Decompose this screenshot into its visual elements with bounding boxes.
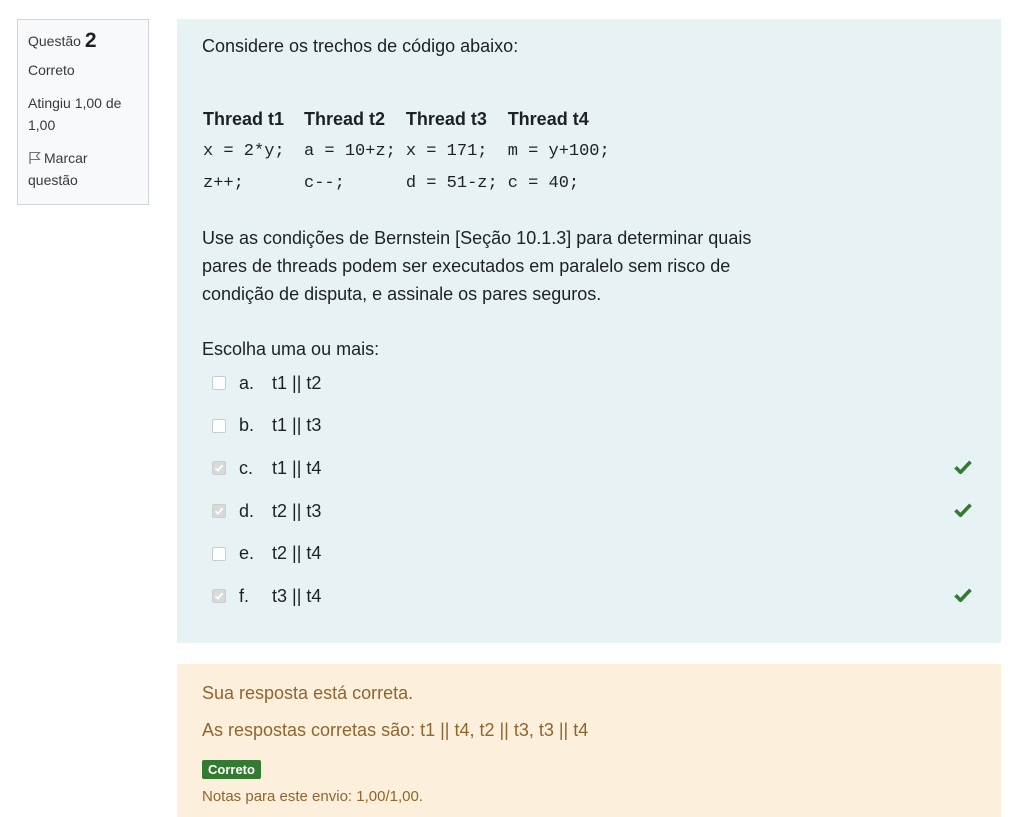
marks-text: Notas para este envio: 1,00/1,00. xyxy=(202,788,423,805)
answer-option[interactable]: c. t1 || t4 xyxy=(212,447,972,490)
code-cell: x = 171; xyxy=(405,141,488,161)
option-letter: f. xyxy=(239,585,250,606)
checkmark-icon xyxy=(214,465,224,473)
option-letter: d. xyxy=(239,500,255,521)
flag-question-link[interactable]: Marcar questão xyxy=(28,147,138,191)
question-instruction: Use as condições de Bernstein [Seção 10.… xyxy=(202,228,752,304)
code-cell: c = 40; xyxy=(507,173,580,193)
flag-icon xyxy=(29,151,41,164)
answer-checkbox[interactable] xyxy=(212,376,226,391)
correct-badge: Correto xyxy=(202,760,261,779)
question-intro: Considere os trechos de código abaixo: xyxy=(202,36,519,56)
correct-check-icon xyxy=(954,588,972,603)
feedback-text: Sua resposta está correta. xyxy=(202,683,414,703)
option-label: t2 || t3 xyxy=(272,500,322,521)
answer-checkbox[interactable] xyxy=(212,504,226,519)
question-number: 2 xyxy=(84,29,97,52)
answer-option[interactable]: e. t2 || t4 xyxy=(212,532,972,575)
checkmark-icon xyxy=(214,507,224,515)
option-letter: b. xyxy=(239,415,255,436)
checkmark-icon xyxy=(214,592,224,601)
code-cell: m = y+100; xyxy=(507,141,610,161)
question-info-panel: Questão 2 Correto Atingiu 1,00 de 1,00 M… xyxy=(17,19,149,205)
answer-checkbox[interactable] xyxy=(212,589,226,604)
code-cell: a = 10+z; xyxy=(304,141,396,161)
question-formulation: Considere os trechos de código abaixo: T… xyxy=(177,19,1001,643)
answer-options: a. t1 || t2 b. t1 || t3 c. t1 || t4 d. t2 || t3… xyxy=(212,362,972,618)
code-cell: c--; xyxy=(304,173,345,193)
option-label: t3 || t4 xyxy=(272,585,322,606)
answer-prompt: Escolha uma ou mais: xyxy=(202,339,380,359)
option-label: t1 || t4 xyxy=(272,457,322,478)
thread-code-table: Thread t1 Thread t2 Thread t3 Thread t4 … xyxy=(201,103,618,199)
thread-name: Thread t2 xyxy=(304,108,386,129)
thread-header-row: Thread t1 Thread t2 Thread t3 Thread t4 xyxy=(201,103,618,135)
right-answer-text: As respostas corretas são: t1 || t4, t2 … xyxy=(202,720,589,740)
option-label: t2 || t4 xyxy=(272,543,322,564)
code-cell: z++; xyxy=(203,173,244,193)
correct-check-icon xyxy=(954,503,972,518)
option-label: t1 || t3 xyxy=(272,415,322,436)
option-letter: c. xyxy=(239,457,254,478)
option-label: t1 || t2 xyxy=(272,372,322,393)
answer-checkbox[interactable] xyxy=(212,546,226,561)
answer-option[interactable]: b. t1 || t3 xyxy=(212,405,972,448)
option-letter: a. xyxy=(239,372,255,393)
code-line-row: x = 2*y; a = 10+z; x = 171; m = y+100; xyxy=(201,135,618,167)
answer-checkbox[interactable] xyxy=(212,418,226,433)
option-letter: e. xyxy=(239,543,255,564)
question-grade: Atingiu 1,00 de 1,00 xyxy=(28,95,122,133)
question-state: Correto xyxy=(28,62,75,78)
outcome-panel: Sua resposta está correta. As respostas … xyxy=(177,664,1001,817)
thread-name: Thread t3 xyxy=(405,108,487,129)
question-label: Questão xyxy=(28,33,81,49)
answer-option[interactable]: f. t3 || t4 xyxy=(212,575,972,618)
answer-checkbox[interactable] xyxy=(212,461,226,476)
answer-option[interactable]: d. t2 || t3 xyxy=(212,490,972,533)
code-line-row: z++; c--; d = 51-z; c = 40; xyxy=(201,167,618,199)
thread-name: Thread t1 xyxy=(203,108,285,129)
correct-check-icon xyxy=(954,460,972,475)
code-cell: x = 2*y; xyxy=(203,141,285,161)
thread-name: Thread t4 xyxy=(507,108,589,129)
code-cell: d = 51-z; xyxy=(405,173,498,193)
answer-option[interactable]: a. t1 || t2 xyxy=(212,362,972,405)
question-number-line: Questão 2 xyxy=(28,30,138,52)
